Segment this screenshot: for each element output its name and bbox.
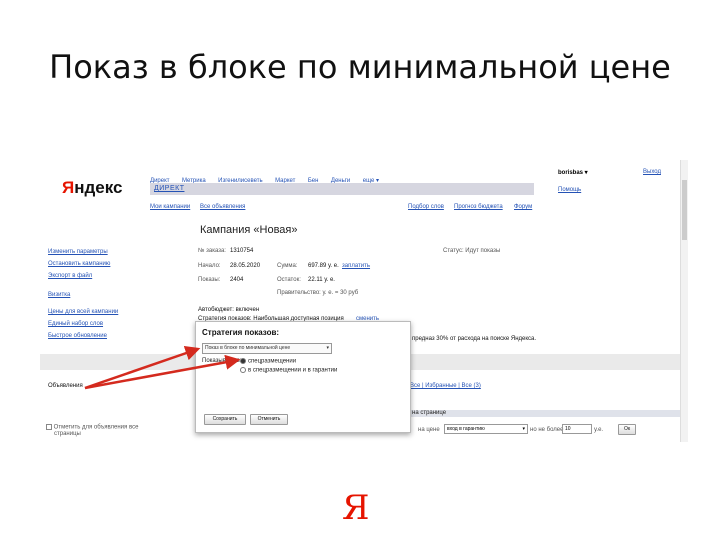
arrow-to-radio: [84, 354, 241, 390]
scrollbar-thumb[interactable]: [682, 180, 687, 240]
annotation-arrows: [84, 345, 241, 390]
screenshot-panel: Яндекс Директ Метрика Изгенилисеветь Мар…: [40, 160, 688, 442]
yandex-brand-mark: Я: [342, 488, 370, 528]
arrow-to-select: [84, 345, 201, 390]
slide-title: Показ в блоке по минимальной цене: [49, 48, 671, 86]
scrollbar[interactable]: [680, 160, 688, 442]
